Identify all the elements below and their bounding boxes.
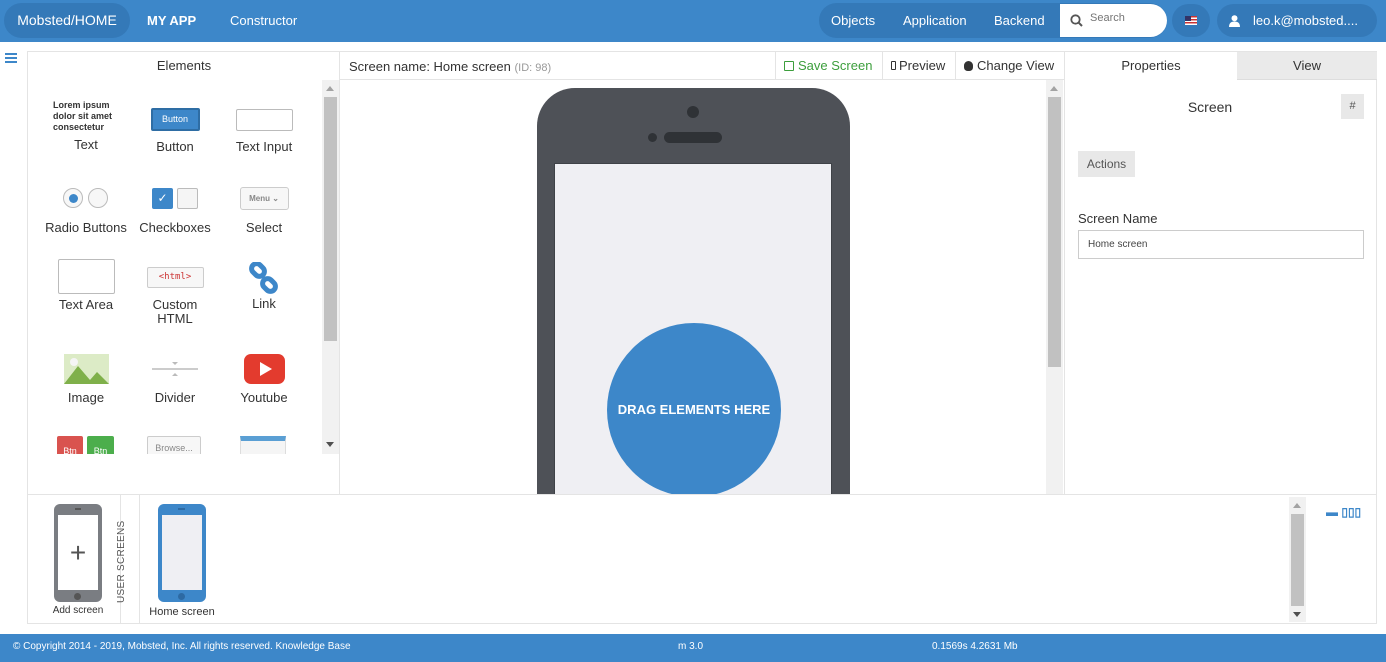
element-text[interactable]: Lorem ipsum dolor sit amet consectetur T… [41, 100, 131, 152]
screen-name-field-label: Screen Name [1078, 211, 1158, 226]
search-input[interactable] [1090, 12, 1160, 24]
add-screen-phone: + [54, 504, 102, 602]
phone-speaker [664, 132, 722, 143]
screen-name-label: Screen name: Home screen (ID: 98) [349, 59, 552, 74]
user-screens-label: USER SCREENS [116, 520, 127, 603]
properties-panel: Properties View Screen # Actions Screen … [1064, 51, 1377, 495]
element-label: Link [252, 296, 276, 311]
element-label: Youtube [240, 390, 288, 405]
canvas-toolbar: Screen name: Home screen (ID: 98) Save S… [340, 52, 1064, 80]
screen-thumbnail-home[interactable] [158, 504, 206, 602]
canvas-area: Screen name: Home screen (ID: 98) Save S… [340, 51, 1064, 495]
search-icon [1070, 14, 1083, 27]
image-icon [63, 354, 109, 384]
properties-title: Screen [1187, 99, 1233, 115]
button-icon: Button [150, 108, 200, 131]
brand-home-link[interactable]: Mobsted/HOME [4, 3, 130, 38]
element-label: Radio Buttons [45, 220, 127, 235]
tab-properties[interactable]: Properties [1065, 52, 1237, 80]
apple-icon [964, 61, 973, 71]
file-upload-icon[interactable]: Browse... [147, 436, 201, 454]
add-screen-button[interactable]: + [54, 504, 102, 602]
element-divider[interactable]: Divider [130, 354, 220, 405]
nav-objects[interactable]: Objects [831, 3, 875, 38]
elements-title: Elements [156, 58, 212, 73]
add-screen-label: Add screen [52, 605, 104, 616]
element-checkboxes[interactable]: ✓ Checkboxes [130, 185, 220, 235]
element-label: Image [67, 390, 105, 405]
elements-next-row: Btn Btn Browse... [28, 435, 323, 454]
element-label: Select [245, 220, 283, 235]
actions-button[interactable]: Actions [1078, 151, 1135, 177]
element-select[interactable]: Menu ⌄ Select [219, 185, 309, 235]
phone-camera [687, 106, 699, 118]
lorem-text-icon: Lorem ipsum dolor sit amet consectetur [53, 100, 113, 132]
stats-text: 0.1569s 4.2631 Mb [932, 641, 1018, 652]
element-label: Text [74, 137, 98, 152]
screens-scrollbar[interactable] [1289, 497, 1306, 622]
hash-button[interactable]: # [1341, 94, 1364, 119]
my-app-link[interactable]: MY APP [147, 0, 196, 42]
element-link[interactable]: Link [219, 259, 309, 311]
button-group-icon[interactable]: Btn Btn [57, 436, 115, 454]
search-box[interactable] [1060, 4, 1167, 37]
html-icon: <html> [146, 267, 204, 288]
element-label: Button [156, 139, 194, 154]
element-image[interactable]: Image [41, 354, 131, 405]
language-button[interactable] [1172, 4, 1210, 37]
user-icon [1229, 15, 1240, 27]
user-menu-button[interactable]: leo.k@mobsted.... [1217, 4, 1377, 37]
menu-toggle-icon[interactable] [5, 53, 17, 63]
footer: © Copyright 2014 - 2019, Mobsted, Inc. A… [0, 634, 1386, 662]
element-button[interactable]: Button Button [130, 100, 220, 154]
screens-bar: + Add screen USER SCREENS Home screen ▬ … [27, 494, 1377, 624]
element-text-input[interactable]: Text Input [219, 100, 309, 154]
checkboxes-icon: ✓ [151, 185, 199, 209]
text-area-icon [57, 259, 115, 294]
copyright-text: © Copyright 2014 - 2019, Mobsted, Inc. A… [13, 641, 351, 652]
header-element-icon[interactable] [240, 436, 286, 454]
version-text: m 3.0 [678, 641, 704, 652]
us-flag-icon [1185, 16, 1197, 25]
element-custom-html[interactable]: <html> Custom HTML [130, 259, 220, 326]
element-label: Checkboxes [139, 220, 211, 235]
drop-zone[interactable]: DRAG ELEMENTS HERE [607, 323, 781, 495]
nav-application[interactable]: Application [903, 3, 967, 38]
mobile-icon [891, 61, 896, 70]
canvas-scrollbar[interactable] [1046, 80, 1063, 495]
screen-name-field[interactable] [1078, 230, 1364, 259]
text-input-icon [235, 109, 293, 131]
save-icon [784, 61, 794, 71]
user-email: leo.k@mobsted.... [1253, 13, 1358, 28]
preview-button[interactable]: Preview [882, 52, 953, 79]
tab-view[interactable]: View [1237, 52, 1377, 80]
elements-panel: Elements Lorem ipsum dolor sit amet cons… [27, 51, 340, 495]
select-icon: Menu ⌄ [239, 187, 289, 210]
phone-sensor [648, 133, 657, 142]
element-text-area[interactable]: Text Area [41, 259, 131, 312]
layout-toggle-icon[interactable]: ▬ ▯▯▯ [1326, 505, 1361, 519]
element-radio-buttons[interactable]: Radio Buttons [41, 185, 131, 235]
phone-viewport: DRAG ELEMENTS HERE [340, 80, 1045, 495]
screen-thumbnail-label: Home screen [149, 606, 215, 618]
constructor-link[interactable]: Constructor [230, 0, 297, 42]
elements-scrollbar[interactable] [322, 80, 339, 454]
youtube-icon [243, 354, 285, 384]
change-view-button[interactable]: Change View [955, 52, 1062, 79]
screen-id: (ID: 98) [514, 62, 552, 74]
link-icon [249, 262, 278, 294]
radio-buttons-icon [61, 185, 111, 209]
element-label: Text Input [235, 139, 293, 154]
element-label: Text Area [58, 297, 114, 312]
nav-backend[interactable]: Backend [994, 3, 1045, 38]
save-screen-button[interactable]: Save Screen [775, 52, 880, 79]
plus-icon: + [69, 537, 87, 568]
element-label: Custom HTML [152, 297, 198, 326]
element-youtube[interactable]: Youtube [219, 354, 309, 405]
top-navbar: Mobsted/HOME MY APP Constructor Objects … [0, 0, 1386, 42]
divider-icon [152, 362, 198, 376]
element-label: Divider [154, 390, 196, 405]
